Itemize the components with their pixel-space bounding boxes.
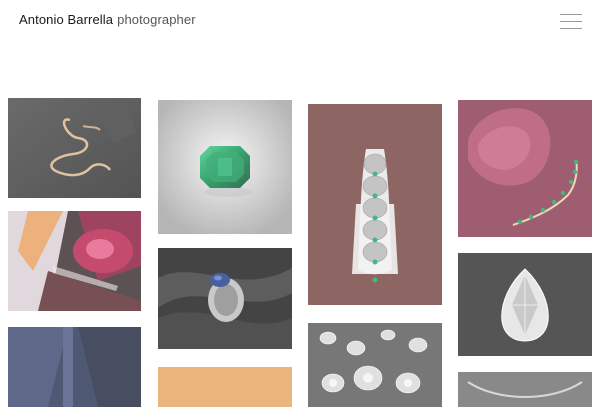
gallery-item-sapphire-ring[interactable]	[158, 248, 292, 349]
photographer-name: Antonio Barrella	[19, 12, 114, 27]
emerald-brooch-image	[308, 104, 442, 305]
orange-backdrop-image	[158, 367, 292, 407]
gallery-item-pear-diamond[interactable]	[458, 253, 592, 356]
hamburger-menu-icon[interactable]	[560, 12, 584, 32]
gallery-item-loose-diamonds[interactable]	[308, 323, 442, 407]
gallery-item-metal-necklace[interactable]	[458, 372, 592, 407]
gallery-item-orange-backdrop[interactable]	[158, 367, 292, 407]
site-logo[interactable]: Antonio Barrella photographer	[19, 12, 196, 27]
emerald-gem-image	[158, 100, 292, 234]
metal-necklace-image	[458, 372, 592, 407]
gallery-item-serpent-necklace[interactable]	[8, 98, 141, 198]
gallery-item-glass-prisms[interactable]	[8, 211, 141, 311]
gallery-item-pink-drape-bracelet[interactable]	[458, 100, 592, 237]
gallery-item-emerald-brooch[interactable]	[308, 104, 442, 305]
site-header: Antonio Barrella photographer	[0, 0, 600, 44]
pear-diamond-image	[458, 253, 592, 356]
sapphire-ring-image	[158, 248, 292, 349]
serpent-necklace-image	[8, 98, 141, 198]
gallery-item-blue-abstract[interactable]	[8, 327, 141, 407]
menu-line	[560, 21, 582, 22]
glass-prisms-image	[8, 211, 141, 311]
blue-abstract-image	[8, 327, 141, 407]
photographer-role: photographer	[117, 12, 196, 27]
pink-drape-bracelet-image	[458, 100, 592, 237]
menu-line	[560, 28, 582, 29]
gallery-item-emerald-gem[interactable]	[158, 100, 292, 234]
menu-line	[560, 14, 582, 15]
loose-diamonds-image	[308, 323, 442, 407]
